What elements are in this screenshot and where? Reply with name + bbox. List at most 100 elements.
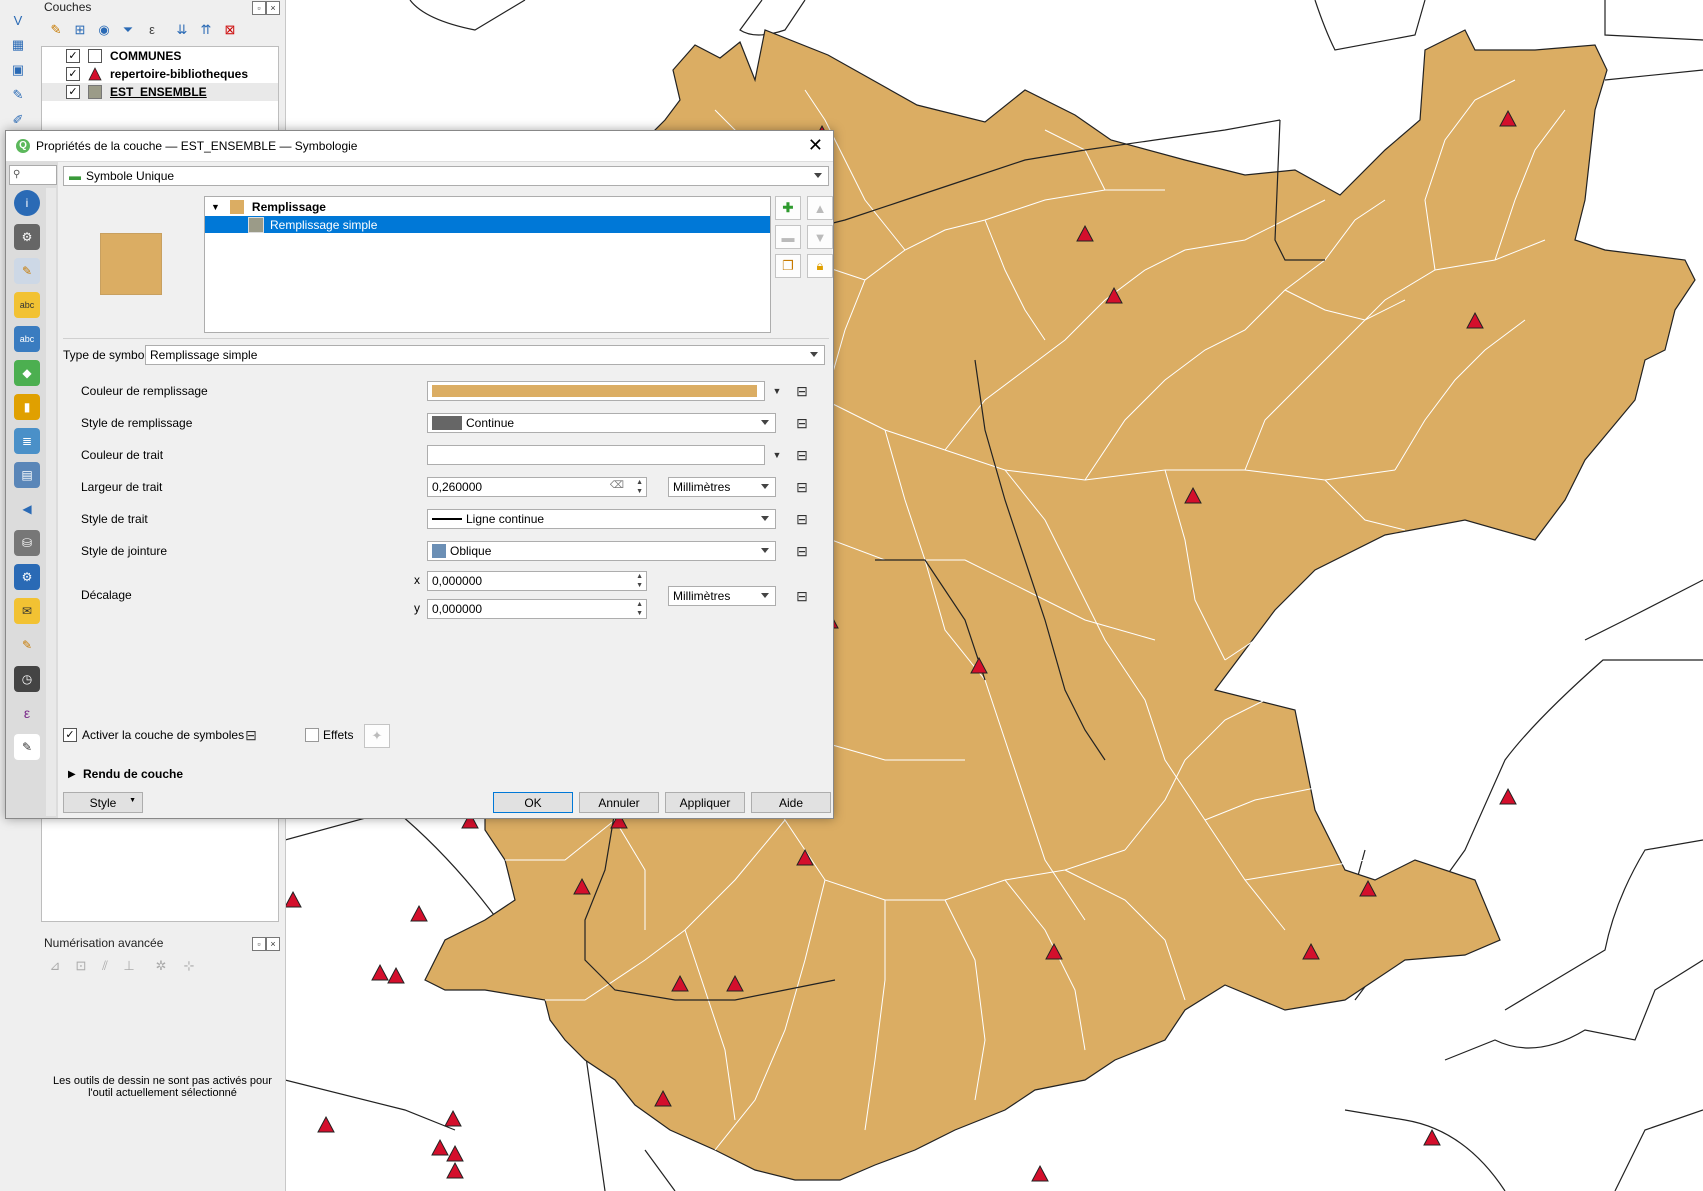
digitize-tool-icon[interactable]: ✐ [6, 110, 30, 130]
add-group-icon[interactable]: ⊞ [71, 22, 89, 38]
clear-icon[interactable]: ⌫ [610, 480, 624, 491]
offset-x-input[interactable]: 0,000000 ▲ ▼ [427, 571, 647, 591]
chevron-down-icon [761, 516, 769, 521]
diagrams-icon[interactable]: ▮ [14, 394, 40, 420]
fill-style-select[interactable]: Continue [427, 413, 776, 433]
filter-icon[interactable]: ⏷ [119, 22, 137, 38]
layer-row-est-ensemble[interactable]: ✓ EST_ENSEMBLE [42, 83, 278, 101]
joins-icon[interactable]: ◀ [14, 496, 40, 522]
raster-tool-icon[interactable]: ▣ [6, 60, 30, 80]
add-symbol-layer-button[interactable]: ✚ [775, 196, 801, 220]
fill-color-button[interactable] [427, 381, 765, 401]
symbol-tree-root[interactable]: ▼ Remplissage [205, 198, 770, 215]
stroke-style-select[interactable]: Ligne continue [427, 509, 776, 529]
auxiliary-storage-icon[interactable]: ⛁ [14, 530, 40, 556]
attributes-form-icon[interactable]: ▤ [14, 462, 40, 488]
data-defined-override-icon[interactable]: ⊟ [790, 509, 814, 529]
cad-enable-icon[interactable]: ⊿ [46, 958, 64, 974]
layer-row-communes[interactable]: ✓ COMMUNES [42, 47, 278, 65]
settings-icon[interactable]: ✲ [152, 958, 170, 974]
layer-name: COMMUNES [110, 49, 182, 63]
masks-icon[interactable]: abc [14, 326, 40, 352]
collapse-arrow-icon[interactable]: ▼ [211, 202, 220, 212]
lock-color-button[interactable]: 🔒︎ [807, 254, 833, 278]
renderer-select[interactable]: ▬ Symbole Unique [63, 166, 829, 186]
variables-icon[interactable]: ε [14, 700, 40, 726]
source-icon[interactable]: ⚙ [14, 224, 40, 250]
remove-layer-icon[interactable]: ⊠ [221, 22, 239, 38]
temporal-icon[interactable]: ◷ [14, 666, 40, 692]
metadata-icon[interactable]: ✎ [14, 734, 40, 760]
edit-tool-icon[interactable]: ✎ [6, 85, 30, 105]
apply-button[interactable]: Appliquer [665, 792, 745, 813]
3d-view-icon[interactable]: ◆ [14, 360, 40, 386]
data-defined-override-icon[interactable]: ⊟ [790, 477, 814, 497]
style-manager-icon[interactable]: ✎ [47, 22, 65, 38]
expression-filter-icon[interactable]: ε [143, 22, 161, 38]
collapse-all-icon[interactable]: ⇈ [197, 22, 215, 38]
float-panel-icon[interactable]: ▫ [252, 937, 266, 951]
information-icon[interactable]: i [14, 190, 40, 216]
rendering-icon[interactable]: ✎ [14, 632, 40, 658]
chevron-down-icon [761, 548, 769, 553]
symbol-tree-child[interactable]: Remplissage simple [205, 216, 770, 233]
offset-y-input[interactable]: 0,000000 ▲ ▼ [427, 599, 647, 619]
labels-icon[interactable]: abc [14, 292, 40, 318]
grid-tool-icon[interactable]: ▦ [6, 35, 30, 55]
fill-color-dropdown-icon[interactable]: ▼ [765, 381, 789, 401]
enable-layer-checkbox[interactable]: ✓ [63, 728, 77, 742]
spinbox-arrows-icon[interactable]: ▲ ▼ [636, 572, 643, 590]
remove-symbol-layer-button[interactable]: ▬ [775, 225, 801, 249]
data-defined-override-icon[interactable]: ⊟ [239, 725, 263, 745]
layer-checkbox[interactable]: ✓ [66, 49, 80, 63]
stroke-style-label: Style de trait [81, 512, 148, 526]
join-style-select[interactable]: Oblique [427, 541, 776, 561]
data-defined-override-icon[interactable]: ⊟ [790, 445, 814, 465]
offset-x-label: x [414, 573, 420, 587]
stroke-color-button[interactable] [427, 445, 765, 465]
layer-row-bibliotheques[interactable]: ✓ repertoire-bibliotheques [42, 65, 278, 83]
float-panel-icon[interactable]: ▫ [252, 1, 266, 15]
spinbox-arrows-icon[interactable]: ▲ ▼ [636, 478, 643, 496]
layer-rendering-label[interactable]: Rendu de couche [83, 767, 183, 781]
expand-arrow-icon[interactable]: ▶ [68, 769, 76, 780]
close-icon[interactable]: ✕ [808, 135, 823, 155]
symbol-type-select[interactable]: Remplissage simple [145, 345, 825, 365]
offset-unit-select[interactable]: Millimètres [668, 586, 776, 606]
data-defined-override-icon[interactable]: ⊟ [790, 381, 814, 401]
construction-icon[interactable]: ⊡ [72, 958, 90, 974]
display-icon[interactable]: ✉ [14, 598, 40, 624]
parallel-icon[interactable]: ⫽ [96, 958, 114, 974]
layer-checkbox[interactable]: ✓ [66, 85, 80, 99]
style-menu-button[interactable]: Style ▼ [63, 792, 143, 813]
move-down-button[interactable]: ▼ [807, 225, 833, 249]
cancel-button[interactable]: Annuler [579, 792, 659, 813]
effects-settings-icon[interactable]: ✦ [364, 724, 390, 748]
stroke-width-input[interactable]: 0,260000 ⌫ ▲ ▼ [427, 477, 647, 497]
move-up-button[interactable]: ▲ [807, 196, 833, 220]
actions-icon[interactable]: ⚙ [14, 564, 40, 590]
layer-checkbox[interactable]: ✓ [66, 67, 80, 81]
side-scrollbar[interactable] [46, 188, 56, 816]
effects-checkbox[interactable] [305, 728, 319, 742]
stroke-width-unit-select[interactable]: Millimètres [668, 477, 776, 497]
stroke-color-dropdown-icon[interactable]: ▼ [765, 445, 789, 465]
ok-button[interactable]: OK [493, 792, 573, 813]
expand-all-icon[interactable]: ⇊ [173, 22, 191, 38]
fill-style-label: Style de remplissage [81, 416, 193, 430]
close-panel-icon[interactable]: × [266, 1, 280, 15]
vertex-tool-icon[interactable]: V [6, 10, 30, 30]
spinbox-arrows-icon[interactable]: ▲ ▼ [636, 600, 643, 618]
visibility-icon[interactable]: ◉ [95, 22, 113, 38]
search-input[interactable]: ⚲ [9, 165, 57, 185]
help-button[interactable]: Aide [751, 792, 831, 813]
data-defined-override-icon[interactable]: ⊟ [790, 413, 814, 433]
snap-icon[interactable]: ⊹ [180, 958, 198, 974]
perpendicular-icon[interactable]: ⊥ [120, 958, 138, 974]
data-defined-override-icon[interactable]: ⊟ [790, 586, 814, 606]
symbology-icon[interactable]: ✎ [14, 258, 40, 284]
data-defined-override-icon[interactable]: ⊟ [790, 541, 814, 561]
fields-icon[interactable]: ≣ [14, 428, 40, 454]
duplicate-layer-button[interactable]: ❐ [775, 254, 801, 278]
close-panel-icon[interactable]: × [266, 937, 280, 951]
